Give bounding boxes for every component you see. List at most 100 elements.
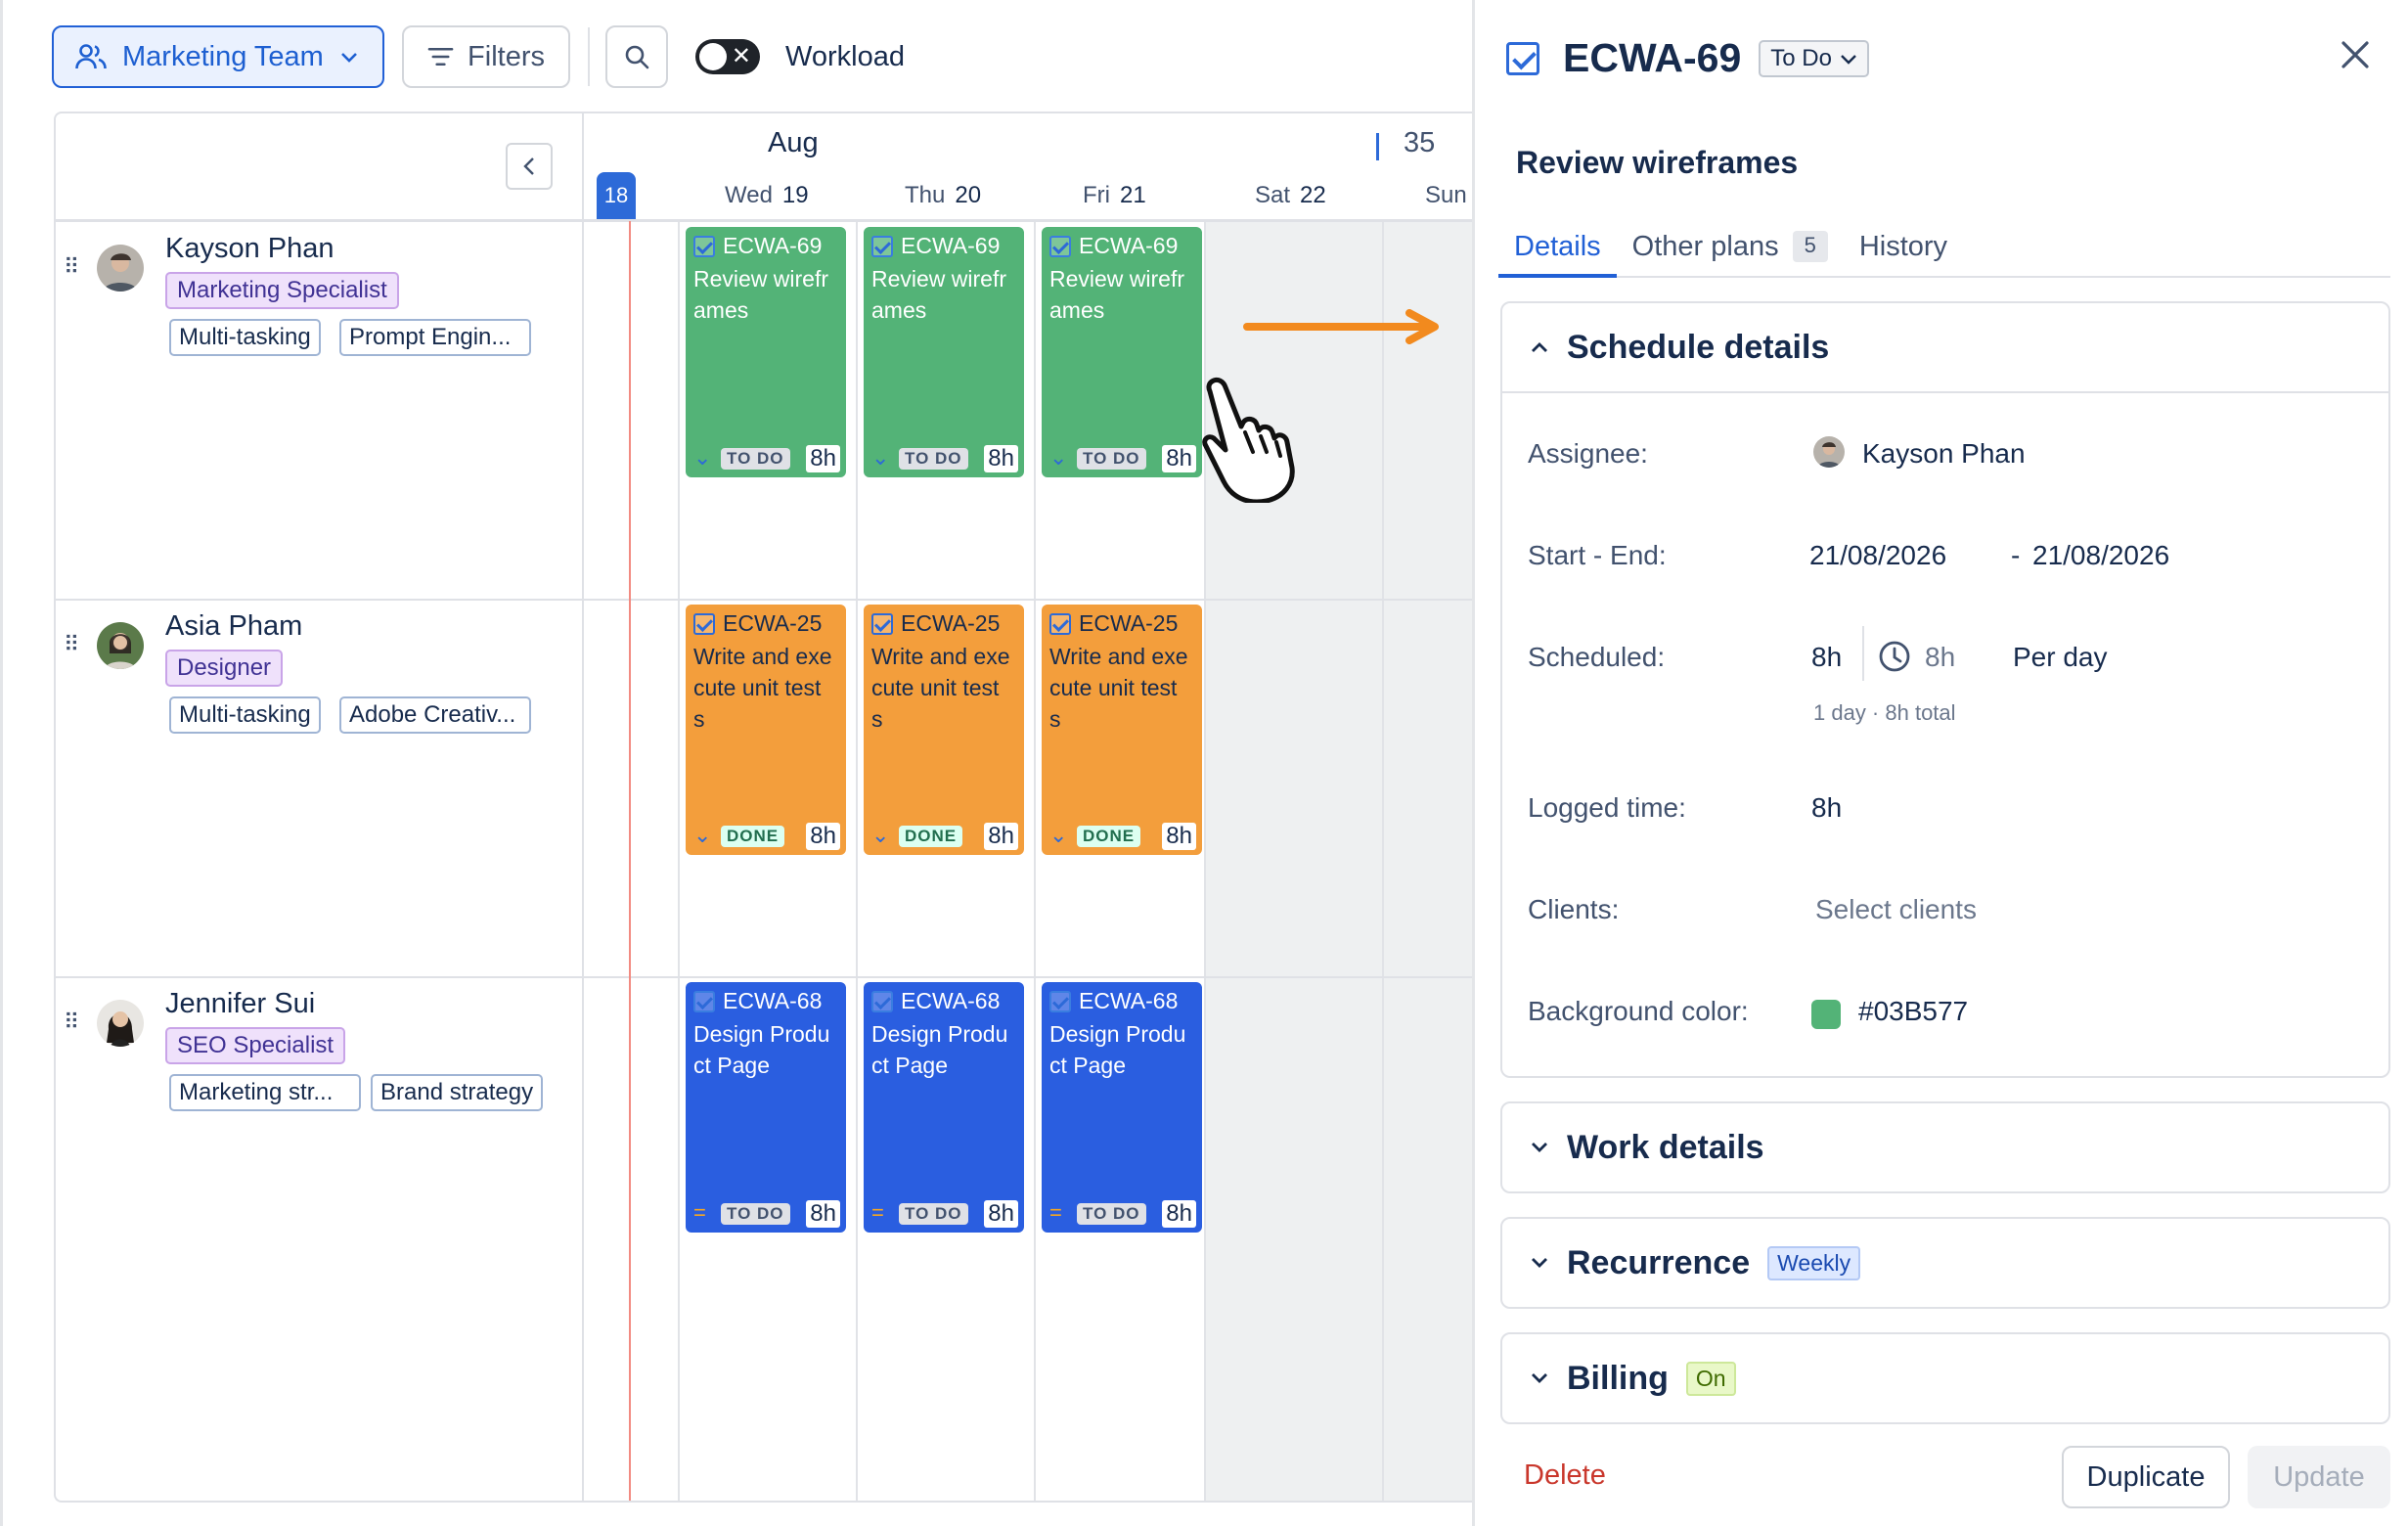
- clock-icon: [1879, 641, 1910, 672]
- today-date-badge[interactable]: 18: [597, 172, 636, 219]
- chevron-down-icon: [1532, 1258, 1547, 1268]
- header-divider: [56, 219, 1475, 222]
- duplicate-button[interactable]: Duplicate: [2062, 1446, 2230, 1508]
- skill-tag: Multi-tasking: [169, 319, 321, 356]
- collapse-sidebar-button[interactable]: [506, 143, 553, 190]
- billing-section[interactable]: Billing On: [1500, 1332, 2390, 1424]
- drag-handle-icon[interactable]: ⠿: [64, 634, 79, 655]
- background-color-label: Background color:: [1528, 996, 1749, 1026]
- search-button[interactable]: [605, 25, 668, 88]
- drag-handle-icon[interactable]: ⠿: [64, 256, 79, 278]
- day-header-fri[interactable]: Fri 21: [1083, 182, 1146, 209]
- toggle-off-icon: ✕: [731, 43, 751, 69]
- task-card[interactable]: ECWA-68 Design Produ ct Page = TO DO 8h: [1042, 982, 1202, 1233]
- per-day-selector[interactable]: Per day: [2013, 642, 2108, 673]
- panel-task-key[interactable]: ECWA-69: [1563, 35, 1741, 81]
- task-hours: 8h: [984, 1200, 1018, 1228]
- workload-toggle[interactable]: ✕: [695, 39, 760, 74]
- priority-low-icon: ⌄: [1049, 445, 1068, 470]
- team-selector-button[interactable]: Marketing Team: [52, 25, 384, 88]
- scheduled-hours-field[interactable]: 8h: [1811, 642, 1842, 673]
- per-day-hours-field[interactable]: 8h: [1925, 642, 1955, 673]
- start-date-field[interactable]: 21/08/2026: [1809, 540, 1946, 571]
- task-card[interactable]: ECWA-69 Review wirefr ames ⌄ TO DO 8h: [1042, 227, 1202, 477]
- schedule-details-header[interactable]: Schedule details: [1502, 303, 2388, 391]
- status-badge: TO DO: [1077, 448, 1146, 470]
- day-header-sun[interactable]: Sun: [1425, 182, 1467, 209]
- tab-history[interactable]: History: [1844, 223, 1963, 278]
- chevron-down-icon: [1532, 1143, 1547, 1152]
- task-key: ECWA-69: [723, 233, 823, 258]
- task-hours: 8h: [806, 445, 840, 472]
- task-card[interactable]: ECWA-68 Design Produ ct Page = TO DO 8h: [686, 982, 846, 1233]
- task-card[interactable]: ECWA-25 Write and exe cute unit test s ⌄…: [1042, 605, 1202, 855]
- priority-low-icon: ⌄: [1049, 823, 1068, 847]
- task-card[interactable]: ECWA-25 Write and exe cute unit test s ⌄…: [686, 605, 846, 855]
- task-hours: 8h: [1162, 445, 1196, 472]
- end-date-field[interactable]: 21/08/2026: [2032, 540, 2169, 571]
- start-end-label: Start - End:: [1528, 540, 1667, 570]
- task-title: Design Produ ct Page: [693, 1021, 830, 1078]
- priority-medium-icon: =: [1049, 1200, 1062, 1225]
- task-checkbox-icon: [693, 990, 715, 1012]
- task-card[interactable]: ECWA-69 Review wirefr ames ⌄ TO DO 8h: [864, 227, 1024, 477]
- panel-task-title[interactable]: Review wireframes: [1516, 145, 1798, 181]
- task-hours: 8h: [1162, 823, 1196, 850]
- drag-arrow-icon: [1243, 309, 1439, 344]
- resource-column-divider: [582, 113, 584, 1501]
- task-card[interactable]: ECWA-69 Review wirefr ames ⌄ TO DO 8h: [686, 227, 846, 477]
- today-line: [629, 221, 631, 1501]
- task-card[interactable]: ECWA-25 Write and exe cute unit test s ⌄…: [864, 605, 1024, 855]
- avatar: [97, 245, 144, 292]
- recurrence-badge: Weekly: [1767, 1245, 1861, 1280]
- logged-time-value: 8h: [1811, 792, 1843, 823]
- toolbar: Marketing Team Filters ✕ Workload: [52, 25, 905, 88]
- date-separator: -: [2011, 540, 2021, 570]
- work-details-section[interactable]: Work details: [1500, 1101, 2390, 1193]
- drag-handle-icon[interactable]: ⠿: [64, 1011, 79, 1033]
- recurrence-section[interactable]: Recurrence Weekly: [1500, 1217, 2390, 1309]
- work-details-header[interactable]: Work details: [1502, 1103, 2388, 1191]
- status-dropdown[interactable]: To Do: [1759, 39, 1869, 77]
- weekend-column-sun: [1382, 221, 1475, 1501]
- hand-cursor-icon: [1202, 377, 1295, 503]
- filters-button[interactable]: Filters: [402, 25, 570, 88]
- tab-details[interactable]: Details: [1498, 223, 1617, 278]
- schedule-details-section: Schedule details Assignee: Kayson Phan S…: [1500, 301, 2390, 1078]
- delete-button[interactable]: Delete: [1524, 1459, 1606, 1492]
- role-tag: Designer: [165, 650, 284, 687]
- clients-select[interactable]: Select clients: [1815, 894, 1977, 925]
- task-key: ECWA-69: [1079, 233, 1179, 258]
- skill-tag: Multi-tasking: [169, 696, 321, 734]
- status-badge: TO DO: [1077, 1203, 1146, 1225]
- role-tag: Marketing Specialist: [165, 272, 399, 309]
- update-button[interactable]: Update: [2248, 1446, 2390, 1508]
- day-header-thu[interactable]: Thu 20: [905, 182, 981, 209]
- resource-name[interactable]: Asia Pham: [165, 610, 302, 643]
- task-card[interactable]: ECWA-68 Design Produ ct Page = TO DO 8h: [864, 982, 1024, 1233]
- status-badge: TO DO: [899, 1203, 968, 1225]
- task-key: ECWA-68: [723, 988, 823, 1013]
- avatar: [97, 1000, 144, 1047]
- skill-tag: Prompt Engin...: [339, 319, 531, 356]
- background-color-value[interactable]: #03B577: [1858, 996, 1968, 1027]
- day-header-wed[interactable]: Wed 19: [725, 182, 809, 209]
- task-title: Write and exe cute unit test s: [693, 644, 832, 732]
- avatar: [1813, 436, 1845, 468]
- close-icon[interactable]: [2338, 37, 2373, 72]
- role-tag: SEO Specialist: [165, 1027, 346, 1064]
- priority-low-icon: ⌄: [871, 823, 890, 847]
- task-hours: 8h: [1162, 1200, 1196, 1228]
- skill-tag: Adobe Creativ...: [339, 696, 531, 734]
- resource-name[interactable]: Jennifer Sui: [165, 988, 315, 1020]
- task-hours: 8h: [806, 1200, 840, 1228]
- day-header-sat[interactable]: Sat 22: [1255, 182, 1326, 209]
- billing-header[interactable]: Billing On: [1502, 1334, 2388, 1422]
- recurrence-header[interactable]: Recurrence Weekly: [1502, 1219, 2388, 1307]
- resource-name[interactable]: Kayson Phan: [165, 233, 334, 265]
- tab-other-plans[interactable]: Other plans 5: [1617, 223, 1844, 278]
- task-key: ECWA-25: [901, 610, 1001, 636]
- assignee-value[interactable]: Kayson Phan: [1862, 438, 2026, 470]
- task-hours: 8h: [984, 823, 1018, 850]
- background-color-swatch[interactable]: [1811, 1000, 1841, 1029]
